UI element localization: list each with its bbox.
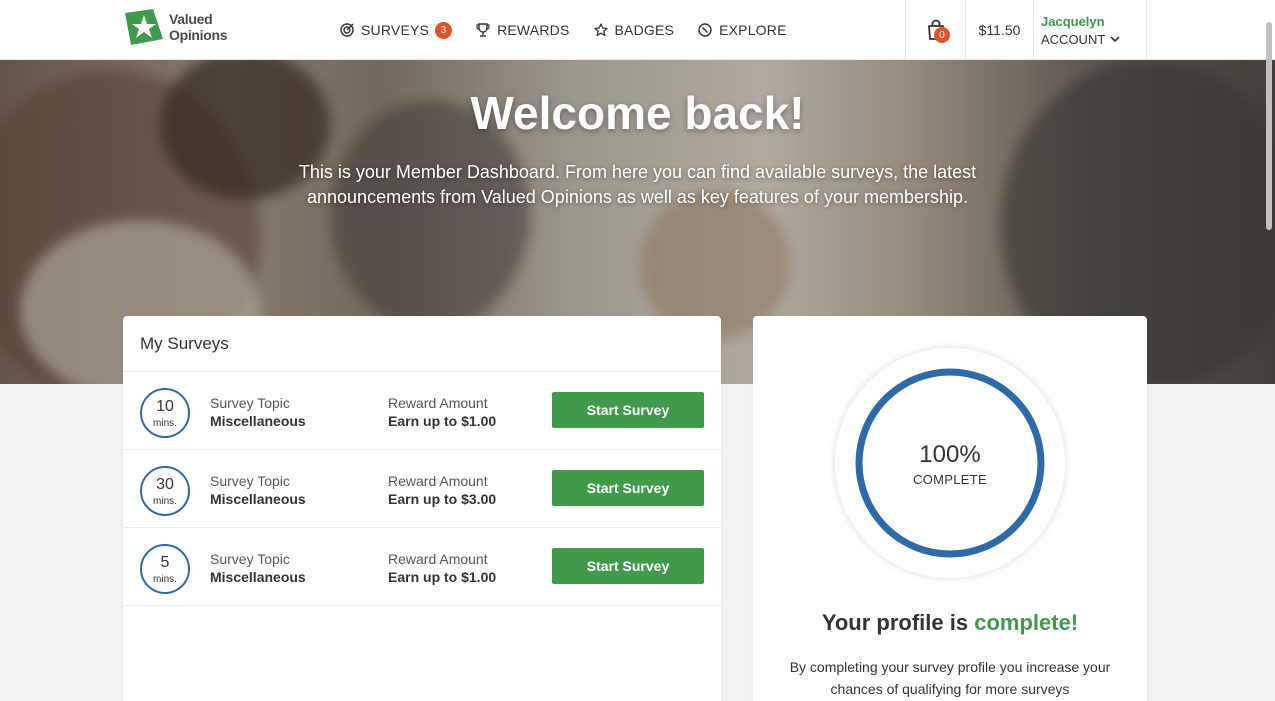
survey-reward-label: Reward Amount bbox=[388, 551, 488, 567]
nav-explore[interactable]: EXPLORE bbox=[698, 22, 787, 38]
profile-status-heading: Your profile is complete! bbox=[753, 610, 1147, 636]
logo-line-2: Opinions bbox=[169, 27, 228, 43]
account-balance: $11.50 bbox=[965, 0, 1033, 60]
nav-surveys[interactable]: SURVEYS 3 bbox=[340, 21, 453, 39]
compass-icon bbox=[698, 23, 712, 37]
cart-button[interactable]: 0 bbox=[905, 0, 965, 60]
valued-opinions-logo[interactable]: Valued Opinions bbox=[123, 9, 228, 45]
survey-minutes: 10 bbox=[156, 398, 174, 415]
chevron-down-icon bbox=[1110, 36, 1120, 43]
survey-topic-label: Survey Topic bbox=[210, 395, 290, 411]
target-icon bbox=[340, 23, 354, 37]
surveys-count-badge: 3 bbox=[435, 21, 453, 39]
profile-status-value: complete! bbox=[974, 610, 1079, 635]
account-menu[interactable]: Jacquelyn ACCOUNT bbox=[1033, 0, 1147, 60]
survey-reward: Reward Amount Earn up to $1.00 bbox=[388, 550, 496, 586]
survey-topic-value: Miscellaneous bbox=[210, 413, 306, 429]
profile-description: By completing your survey profile you in… bbox=[789, 659, 1111, 697]
survey-reward: Reward Amount Earn up to $3.00 bbox=[388, 472, 496, 508]
survey-minutes: 5 bbox=[160, 554, 170, 571]
profile-percent-label: COMPLETE bbox=[913, 472, 987, 487]
survey-row: 5 mins. Survey Topic Miscellaneous Rewar… bbox=[123, 528, 721, 606]
profile-completion-card: 100% COMPLETE Your profile is complete! … bbox=[753, 316, 1147, 701]
logo-text: Valued Opinions bbox=[169, 11, 228, 43]
star-icon bbox=[593, 23, 608, 37]
survey-reward-value: Earn up to $1.00 bbox=[388, 569, 497, 585]
start-survey-button[interactable]: Start Survey bbox=[552, 470, 704, 506]
page-scrollbar[interactable] bbox=[1266, 22, 1272, 230]
survey-topic: Survey Topic Miscellaneous bbox=[210, 550, 306, 586]
survey-minutes-unit: mins. bbox=[153, 496, 177, 507]
header-user-area: 0 $11.50 Jacquelyn ACCOUNT bbox=[905, 0, 1147, 60]
survey-reward-value: Earn up to $1.00 bbox=[388, 413, 497, 429]
my-surveys-card: My Surveys 10 mins. Survey Topic Miscell… bbox=[123, 316, 721, 701]
profile-status-prefix: Your profile is bbox=[821, 610, 969, 635]
survey-row: 10 mins. Survey Topic Miscellaneous Rewa… bbox=[123, 372, 721, 450]
survey-reward-label: Reward Amount bbox=[388, 395, 488, 411]
start-survey-button[interactable]: Start Survey bbox=[552, 392, 704, 428]
hero-title: Welcome back! bbox=[470, 87, 805, 139]
profile-progress-ring: 100% COMPLETE bbox=[835, 348, 1065, 578]
nav-explore-label: EXPLORE bbox=[719, 22, 787, 38]
account-label: ACCOUNT bbox=[1041, 31, 1106, 47]
top-navigation-bar: Valued Opinions SURVEYS 3 REWARDS BADGES… bbox=[0, 0, 1275, 60]
survey-topic: Survey Topic Miscellaneous bbox=[210, 472, 306, 508]
survey-duration-circle: 30 mins. bbox=[140, 466, 190, 516]
cart-count-badge: 0 bbox=[934, 27, 950, 43]
survey-minutes-unit: mins. bbox=[153, 574, 177, 585]
nav-rewards[interactable]: REWARDS bbox=[476, 22, 569, 38]
survey-reward: Reward Amount Earn up to $1.00 bbox=[388, 394, 496, 430]
survey-topic: Survey Topic Miscellaneous bbox=[210, 394, 306, 430]
logo-star-icon bbox=[123, 9, 165, 45]
survey-reward-value: Earn up to $3.00 bbox=[388, 491, 497, 507]
my-surveys-title: My Surveys bbox=[123, 316, 721, 372]
survey-duration-circle: 10 mins. bbox=[140, 388, 190, 438]
nav-badges[interactable]: BADGES bbox=[593, 22, 675, 38]
start-survey-button[interactable]: Start Survey bbox=[552, 548, 704, 584]
survey-row: 30 mins. Survey Topic Miscellaneous Rewa… bbox=[123, 450, 721, 528]
survey-topic-value: Miscellaneous bbox=[210, 491, 306, 507]
survey-reward-label: Reward Amount bbox=[388, 473, 488, 489]
nav-surveys-label: SURVEYS bbox=[361, 22, 430, 38]
survey-duration-circle: 5 mins. bbox=[140, 544, 190, 594]
survey-topic-value: Miscellaneous bbox=[210, 569, 306, 585]
survey-minutes-unit: mins. bbox=[153, 418, 177, 429]
account-dropdown[interactable]: ACCOUNT bbox=[1041, 32, 1121, 47]
trophy-icon bbox=[476, 23, 490, 37]
survey-topic-label: Survey Topic bbox=[210, 551, 290, 567]
nav-badges-label: BADGES bbox=[614, 22, 675, 38]
main-nav: SURVEYS 3 REWARDS BADGES EXPLORE bbox=[340, 0, 811, 60]
user-name: Jacquelyn bbox=[1041, 13, 1105, 29]
hero-subtitle: This is your Member Dashboard. From here… bbox=[298, 162, 977, 207]
survey-minutes: 30 bbox=[156, 476, 174, 493]
logo-line-1: Valued bbox=[169, 11, 213, 27]
nav-rewards-label: REWARDS bbox=[497, 22, 570, 38]
profile-percent: 100% bbox=[919, 441, 981, 468]
survey-topic-label: Survey Topic bbox=[210, 473, 290, 489]
